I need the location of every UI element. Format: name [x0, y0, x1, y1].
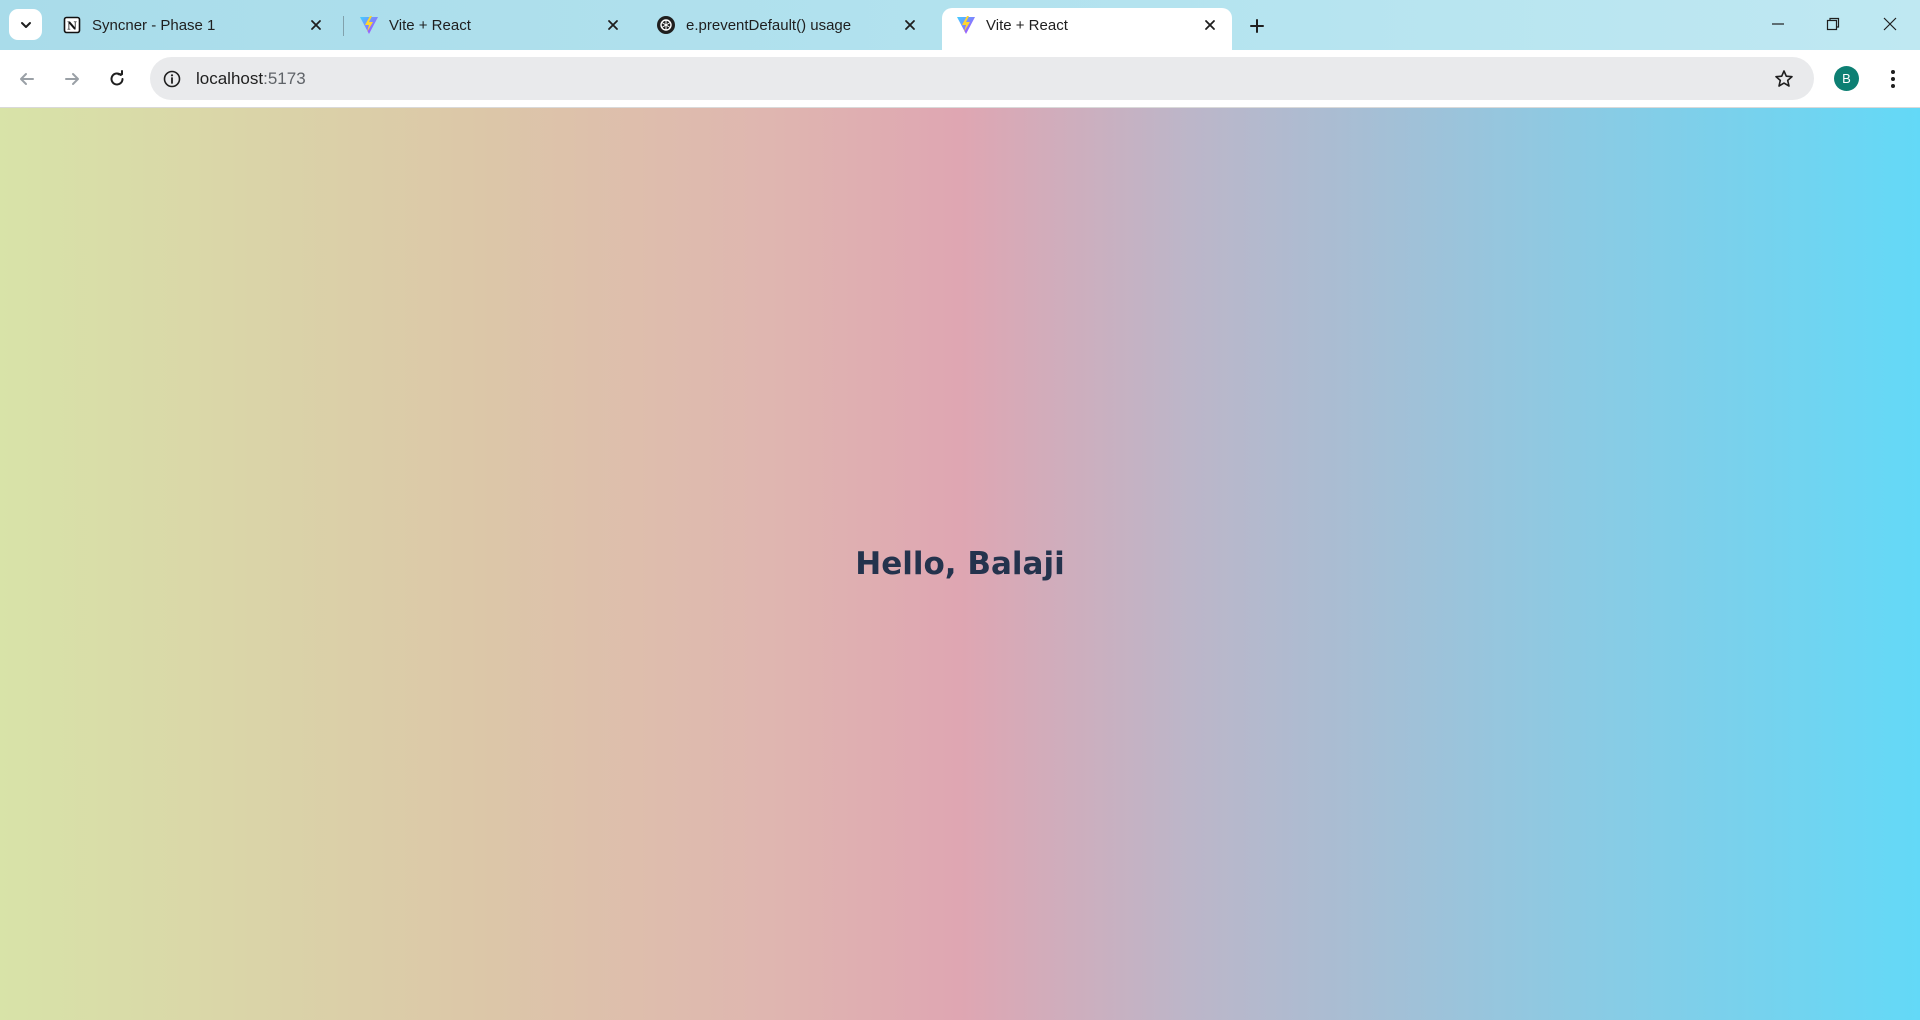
- svg-text:N: N: [67, 20, 77, 33]
- profile-avatar[interactable]: B: [1834, 66, 1859, 91]
- minimize-button[interactable]: [1758, 10, 1798, 38]
- page-viewport: Hello, Balaji: [0, 108, 1920, 1020]
- address-bar[interactable]: localhost:5173: [150, 57, 1814, 100]
- close-icon[interactable]: [601, 13, 625, 37]
- chevron-down-icon: [20, 21, 31, 28]
- url-host: localhost: [196, 69, 264, 88]
- minimize-icon: [1772, 23, 1784, 25]
- reload-icon: [110, 70, 124, 86]
- tab-title: Syncner - Phase 1: [92, 16, 216, 34]
- tab-search-button[interactable]: [9, 9, 42, 40]
- close-icon: [1883, 17, 1897, 31]
- window-close-button[interactable]: [1870, 10, 1910, 38]
- tab-title: Vite + React: [389, 16, 471, 34]
- tab-vite-react-active[interactable]: Vite + React: [942, 8, 1232, 50]
- tab-title: Vite + React: [986, 16, 1068, 34]
- openai-icon: [656, 15, 676, 35]
- vite-icon: [956, 15, 976, 35]
- greeting-heading: Hello, Balaji: [855, 546, 1065, 582]
- reload-button[interactable]: [100, 62, 134, 96]
- site-info-icon[interactable]: [161, 68, 183, 90]
- url-port: :5173: [263, 69, 306, 88]
- more-vertical-icon: [1891, 70, 1895, 88]
- restore-button[interactable]: [1813, 10, 1853, 38]
- tab-syncner[interactable]: N Syncner - Phase 1: [48, 8, 338, 42]
- vite-icon: [359, 15, 379, 35]
- notion-icon: N: [62, 15, 82, 35]
- tab-strip: N Syncner - Phase 1 Vite + React e.preve…: [0, 0, 1920, 50]
- arrow-left-icon: [20, 73, 34, 85]
- arrow-right-icon: [65, 73, 79, 85]
- browser-toolbar: localhost:5173 B: [0, 50, 1920, 108]
- browser-menu-button[interactable]: [1880, 64, 1906, 94]
- restore-icon: [1826, 17, 1840, 31]
- close-icon[interactable]: [898, 13, 922, 37]
- new-tab-button[interactable]: [1243, 12, 1271, 40]
- forward-button[interactable]: [55, 62, 89, 96]
- url-text[interactable]: localhost:5173: [196, 69, 306, 89]
- tab-prevent-default[interactable]: e.preventDefault() usage: [642, 8, 932, 42]
- plus-icon: [1250, 19, 1264, 33]
- tab-title: e.preventDefault() usage: [686, 16, 852, 34]
- tab-separator: [343, 16, 344, 36]
- close-icon[interactable]: [304, 13, 328, 37]
- close-icon[interactable]: [1198, 13, 1222, 37]
- back-button[interactable]: [10, 62, 44, 96]
- bookmark-star-icon[interactable]: [1772, 67, 1796, 91]
- tab-vite-react[interactable]: Vite + React: [345, 8, 635, 42]
